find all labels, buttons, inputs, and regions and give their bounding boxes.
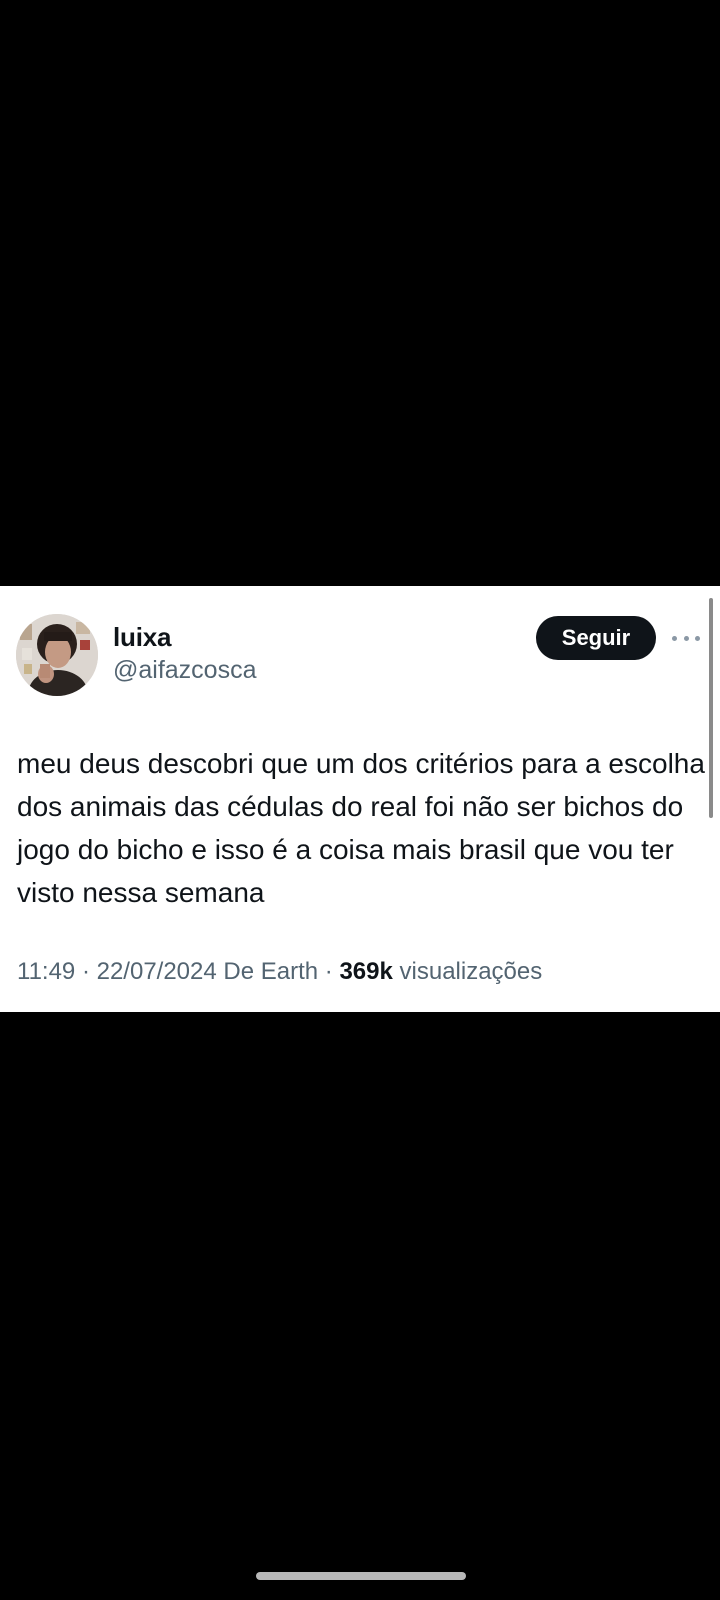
screen: luixa @aifazcosca Seguir meu deus descob… xyxy=(0,0,720,1600)
meta-separator: · xyxy=(75,958,97,985)
display-name[interactable]: luixa xyxy=(113,622,171,653)
tweet-metadata: 11:49 · 22/07/2024 De Earth · 369k visua… xyxy=(17,958,542,986)
username-handle[interactable]: @aifazcosca xyxy=(113,656,257,685)
views-label: visualizações xyxy=(399,958,543,985)
tweet-source: De Earth xyxy=(223,958,319,985)
more-dot xyxy=(672,635,677,641)
follow-button[interactable]: Seguir xyxy=(536,616,656,660)
more-dot xyxy=(695,635,700,641)
avatar-photo xyxy=(16,614,98,696)
tweet-date[interactable]: 22/07/2024 xyxy=(97,958,217,985)
more-dot xyxy=(683,635,689,641)
avatar[interactable] xyxy=(16,614,98,696)
scrollbar[interactable] xyxy=(709,598,713,818)
tweet-time[interactable]: 11:49 xyxy=(17,958,75,985)
views-count[interactable]: 369k xyxy=(339,958,392,985)
more-horizontal-icon[interactable] xyxy=(672,630,700,646)
tweet-card: luixa @aifazcosca Seguir meu deus descob… xyxy=(0,586,720,1012)
tweet-text: meu deus descobri que um dos critérios p… xyxy=(17,748,705,908)
meta-separator: · xyxy=(318,958,340,985)
home-indicator[interactable] xyxy=(256,1572,466,1580)
